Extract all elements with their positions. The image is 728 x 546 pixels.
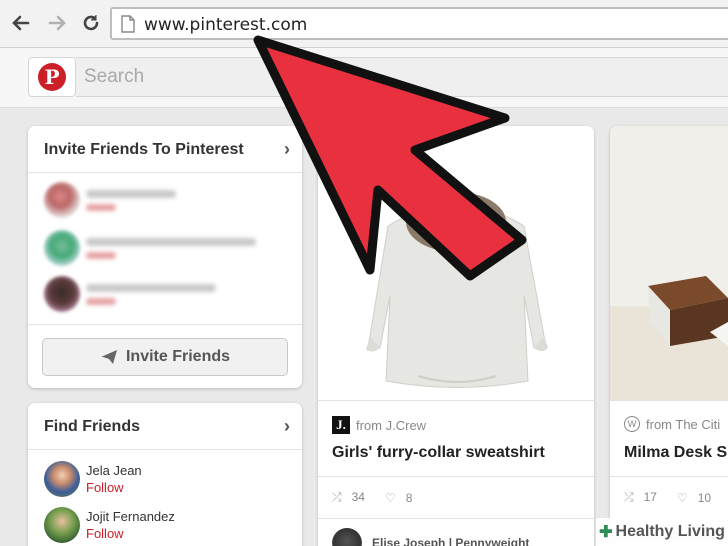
- watermark-text: Healthy Living: [615, 523, 725, 540]
- leaf-icon: ✚: [599, 524, 613, 541]
- healthy-living-watermark: ✚ Healthy Living: [596, 518, 728, 546]
- pointer-arrow-overlay: [253, 35, 527, 281]
